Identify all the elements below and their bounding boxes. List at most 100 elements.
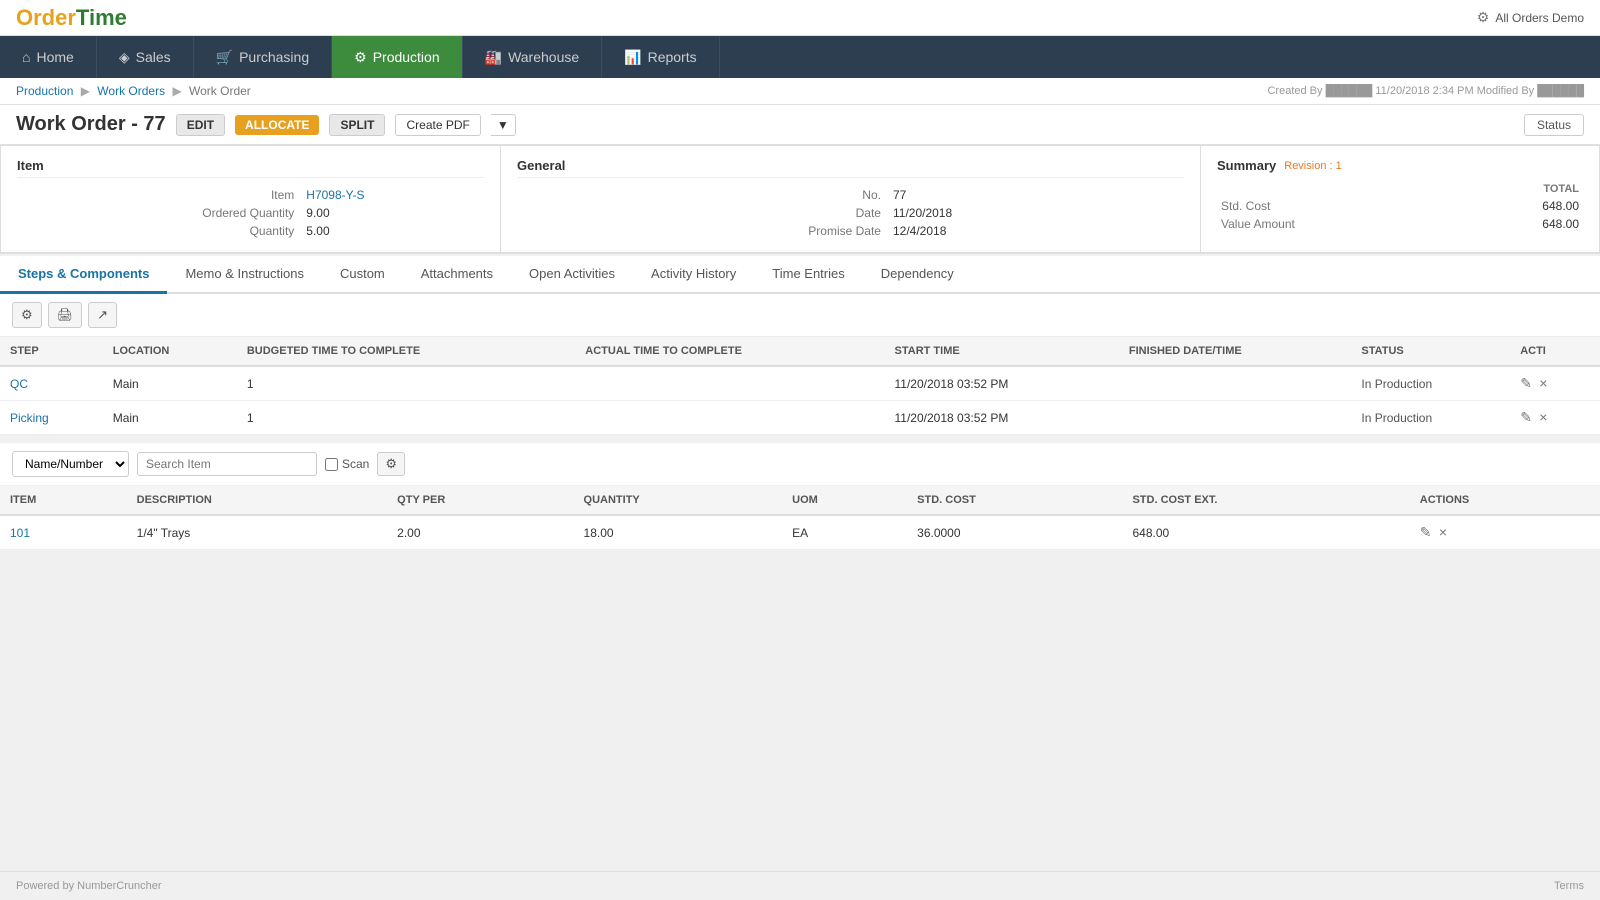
breadcrumb-bar: Production ▶ Work Orders ▶ Work Order Cr… bbox=[0, 78, 1600, 105]
export-tool-button[interactable]: ↗ bbox=[88, 302, 117, 328]
tab-steps-components[interactable]: Steps & Components bbox=[0, 256, 167, 294]
gear-icon[interactable]: ⚙ bbox=[1477, 9, 1490, 26]
step-picking-actual bbox=[575, 401, 884, 435]
tab-attachments[interactable]: Attachments bbox=[403, 256, 511, 294]
step-picking-link[interactable]: Picking bbox=[10, 411, 49, 425]
nav-warehouse-label: Warehouse bbox=[508, 49, 579, 65]
comp-col-qty-per: QTY PER bbox=[387, 486, 573, 515]
delete-comp-101-icon[interactable]: × bbox=[1439, 524, 1447, 540]
col-actions: ACTI bbox=[1510, 337, 1600, 366]
info-panels: Item Item H7098-Y-S Ordered Quantity 9.0… bbox=[0, 145, 1600, 254]
tab-time-entries[interactable]: Time Entries bbox=[754, 256, 862, 294]
comp-item-101-std-cost-ext: 648.00 bbox=[1122, 515, 1409, 550]
comp-item-101-quantity: 18.00 bbox=[574, 515, 783, 550]
logo-order: Order bbox=[16, 5, 76, 30]
breadcrumb-current: Work Order bbox=[189, 84, 251, 98]
edit-comp-101-icon[interactable]: ✎ bbox=[1420, 524, 1432, 540]
search-item-input[interactable] bbox=[137, 452, 317, 476]
nav-bar: ⌂ Home ◈ Sales 🛒 Purchasing ⚙ Production… bbox=[0, 36, 1600, 78]
summary-label-header bbox=[1217, 181, 1454, 197]
tab-open-activities[interactable]: Open Activities bbox=[511, 256, 633, 294]
delete-step-picking-icon[interactable]: × bbox=[1539, 409, 1547, 425]
logo-time: Time bbox=[76, 5, 127, 30]
ordered-qty-label: Ordered Quantity bbox=[17, 204, 302, 222]
item-value[interactable]: H7098-Y-S bbox=[302, 186, 484, 204]
comp-col-quantity: QUANTITY bbox=[574, 486, 783, 515]
steps-toolbar: ⚙ 🖨 ↗ bbox=[0, 294, 1600, 337]
no-value: 77 bbox=[889, 186, 1184, 204]
component-toolbar: Name/Number Scan ⚙ bbox=[0, 443, 1600, 486]
tab-dependency[interactable]: Dependency bbox=[863, 256, 972, 294]
comp-item-101-link[interactable]: 101 bbox=[10, 526, 30, 540]
step-qc-budgeted: 1 bbox=[237, 366, 575, 401]
edit-step-qc-icon[interactable]: ✎ bbox=[1520, 375, 1532, 391]
name-number-filter[interactable]: Name/Number bbox=[12, 451, 129, 477]
comp-item-101-uom: EA bbox=[782, 515, 907, 550]
step-qc-actions: ✎ × bbox=[1510, 366, 1600, 401]
breadcrumb: Production ▶ Work Orders ▶ Work Order bbox=[16, 84, 251, 98]
comp-col-std-cost: STD. COST bbox=[907, 486, 1122, 515]
pdf-dropdown-button[interactable]: ▼ bbox=[491, 114, 516, 136]
table-row: Picking Main 1 11/20/2018 03:52 PM In Pr… bbox=[0, 401, 1600, 435]
scan-label: Scan bbox=[325, 457, 369, 471]
qty-row: Quantity 5.00 bbox=[17, 222, 484, 240]
promise-date-row: Promise Date 12/4/2018 bbox=[517, 222, 1184, 240]
nav-warehouse[interactable]: 🏭 Warehouse bbox=[463, 36, 603, 78]
col-budgeted-time: BUDGETED TIME TO COMPLETE bbox=[237, 337, 575, 366]
edit-step-picking-icon[interactable]: ✎ bbox=[1520, 409, 1532, 425]
date-row: Date 11/20/2018 bbox=[517, 204, 1184, 222]
col-status: STATUS bbox=[1351, 337, 1510, 366]
comp-item-101-desc: 1/4" Trays bbox=[127, 515, 388, 550]
create-pdf-button[interactable]: Create PDF bbox=[395, 114, 480, 136]
step-qc-status: In Production bbox=[1351, 366, 1510, 401]
ordered-qty-row: Ordered Quantity 9.00 bbox=[17, 204, 484, 222]
std-cost-value: 648.00 bbox=[1454, 197, 1583, 215]
edit-button[interactable]: EDIT bbox=[176, 114, 225, 136]
page-header: Work Order - 77 EDIT ALLOCATE SPLIT Crea… bbox=[0, 105, 1600, 145]
no-row: No. 77 bbox=[517, 186, 1184, 204]
step-picking-status: In Production bbox=[1351, 401, 1510, 435]
breadcrumb-work-orders[interactable]: Work Orders bbox=[97, 84, 165, 98]
nav-reports[interactable]: 📊 Reports bbox=[602, 36, 719, 78]
step-picking-budgeted: 1 bbox=[237, 401, 575, 435]
nav-production-label: Production bbox=[373, 49, 440, 65]
tab-memo[interactable]: Memo & Instructions bbox=[167, 256, 322, 294]
step-qc-link[interactable]: QC bbox=[10, 377, 28, 391]
value-amount-row: Value Amount 648.00 bbox=[1217, 215, 1583, 233]
nav-home-label: Home bbox=[36, 49, 73, 65]
components-table: ITEM DESCRIPTION QTY PER QUANTITY UOM ST… bbox=[0, 486, 1600, 550]
status-button[interactable]: Status bbox=[1524, 114, 1584, 136]
footer-right: Terms bbox=[1554, 880, 1584, 892]
component-settings-button[interactable]: ⚙ bbox=[377, 452, 405, 476]
purchasing-icon: 🛒 bbox=[216, 49, 233, 66]
settings-tool-button[interactable]: ⚙ bbox=[12, 302, 42, 328]
nav-home[interactable]: ⌂ Home bbox=[0, 36, 97, 78]
scan-checkbox[interactable] bbox=[325, 458, 338, 471]
comp-col-item: ITEM bbox=[0, 486, 127, 515]
top-bar: OrderTime ⚙ All Orders Demo bbox=[0, 0, 1600, 36]
qty-label: Quantity bbox=[17, 222, 302, 240]
value-amount-label: Value Amount bbox=[1217, 215, 1454, 233]
allocate-button[interactable]: ALLOCATE bbox=[235, 115, 319, 135]
tab-activity-history[interactable]: Activity History bbox=[633, 256, 754, 294]
col-start-time: START TIME bbox=[885, 337, 1119, 366]
nav-sales[interactable]: ◈ Sales bbox=[97, 36, 194, 78]
step-picking-start: 11/20/2018 03:52 PM bbox=[885, 401, 1119, 435]
std-cost-label: Std. Cost bbox=[1217, 197, 1454, 215]
sales-icon: ◈ bbox=[119, 49, 130, 66]
breadcrumb-production[interactable]: Production bbox=[16, 84, 73, 98]
comp-item-101-actions: ✎ × bbox=[1410, 515, 1600, 550]
breadcrumb-sep-1: ▶ bbox=[81, 84, 90, 98]
step-picking-location: Main bbox=[103, 401, 237, 435]
print-tool-button[interactable]: 🖨 bbox=[48, 302, 83, 328]
nav-production[interactable]: ⚙ Production bbox=[332, 36, 463, 78]
tab-custom[interactable]: Custom bbox=[322, 256, 403, 294]
comp-item-101-std-cost: 36.0000 bbox=[907, 515, 1122, 550]
delete-step-qc-icon[interactable]: × bbox=[1539, 375, 1547, 391]
logo: OrderTime bbox=[16, 5, 127, 31]
comp-col-actions: ACTIONS bbox=[1410, 486, 1600, 515]
nav-purchasing[interactable]: 🛒 Purchasing bbox=[194, 36, 332, 78]
split-button[interactable]: SPLIT bbox=[329, 114, 385, 136]
promise-date-value: 12/4/2018 bbox=[889, 222, 1184, 240]
general-panel-title: General bbox=[517, 158, 1184, 178]
